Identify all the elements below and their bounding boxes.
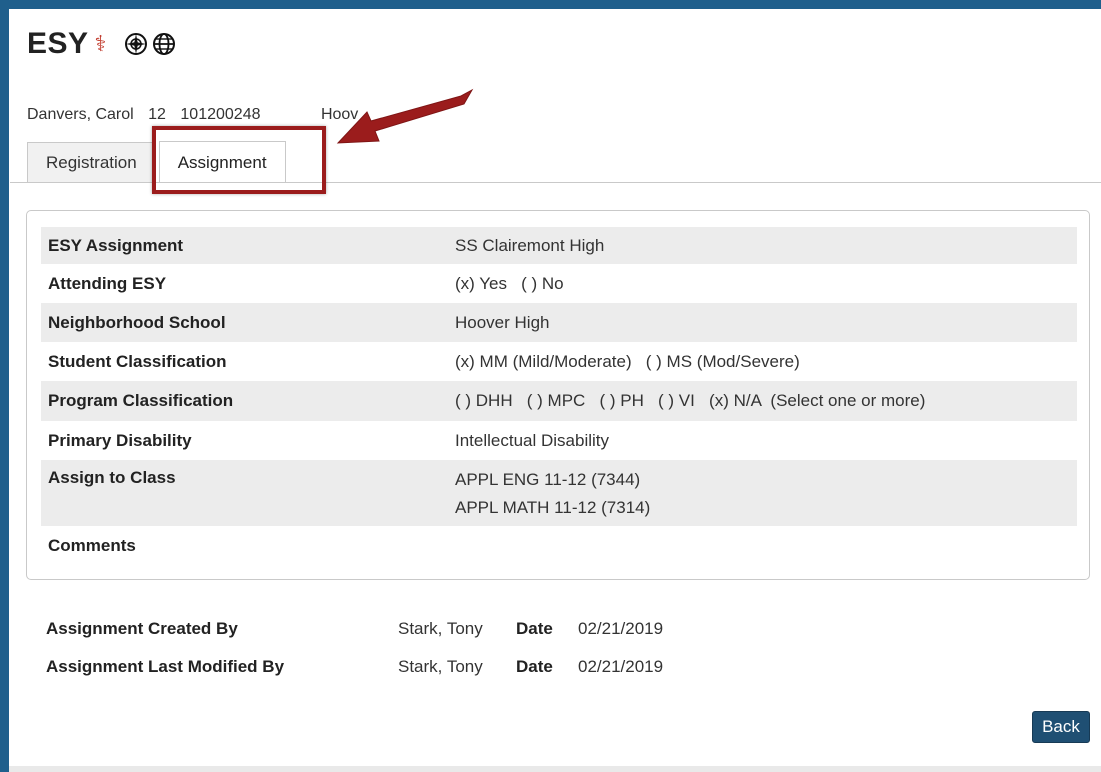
row-esy-assignment: ESY Assignment SS Clairemont High (41, 227, 1077, 264)
row-label: Neighborhood School (48, 312, 226, 332)
row-label: Student Classification (48, 351, 227, 371)
row-value: SS Clairemont High (455, 234, 604, 258)
row-value: (x) MM (Mild/Moderate) ( ) MS (Mod/Sever… (455, 350, 800, 374)
row-value: Hoover High (455, 311, 550, 335)
row-primary-disability: Primary Disability Intellectual Disabili… (41, 421, 1077, 460)
class-item: APPL MATH 11-12 (7314) (455, 498, 651, 517)
row-label: Attending ESY (48, 273, 167, 293)
row-label: ESY Assignment (48, 235, 184, 255)
window-frame-top (0, 0, 1101, 9)
created-by-label: Assignment Created By (46, 619, 238, 638)
student-info: Danvers, Carol 12 101200248 Hoov (27, 106, 368, 124)
page-header: ESY ⚕ (27, 24, 176, 64)
compass-globe-icon[interactable] (124, 32, 148, 56)
row-value: ( ) DHH ( ) MPC ( ) PH ( ) VI (x) N/A (S… (455, 389, 925, 413)
value-line: (x) MM (Mild/Moderate) ( ) MS (Mod/Sever… (455, 351, 800, 371)
row-neighborhood-school: Neighborhood School Hoover High (41, 303, 1077, 342)
tab-registration[interactable]: Registration (27, 142, 156, 182)
value-line: Hoover High (455, 312, 550, 332)
student-school: Hoov (320, 106, 359, 123)
row-label: Assign to Class (48, 468, 176, 487)
student-id: 101200248 (180, 106, 261, 123)
row-assign-to-class: Assign to Class APPL ENG 11-12 (7344) AP… (41, 460, 1077, 526)
window-frame-left (0, 0, 9, 772)
value-line: ( ) DHH ( ) MPC ( ) PH ( ) VI (x) N/A (S… (455, 391, 926, 410)
created-date: 02/21/2019 (578, 619, 664, 638)
row-program-classification: Program Classification ( ) DHH ( ) MPC (… (41, 381, 1077, 421)
created-by-name: Stark, Tony (398, 619, 483, 638)
caduceus-icon: ⚕ (94, 31, 107, 56)
modified-by-label: Assignment Last Modified By (46, 657, 285, 676)
row-label: Program Classification (48, 391, 234, 410)
modified-date: 02/21/2019 (578, 657, 664, 676)
value-line: (x) Yes ( ) No (455, 273, 564, 293)
value-line: SS Clairemont High (455, 235, 605, 255)
row-label: Comments (48, 536, 136, 555)
assignment-panel: ESY Assignment SS Clairemont High Attend… (26, 210, 1090, 580)
annotation-highlight-box (152, 126, 326, 194)
row-value: (x) Yes ( ) No (455, 272, 564, 296)
window-frame-bottom (9, 766, 1101, 772)
class-item: APPL ENG 11-12 (7344) (455, 470, 641, 489)
modified-by-name: Stark, Tony (398, 657, 483, 676)
row-attending-esy: Attending ESY (x) Yes ( ) No (41, 264, 1077, 303)
row-student-classification: Student Classification (x) MM (Mild/Mode… (41, 342, 1077, 381)
row-value: APPL ENG 11-12 (7344) APPL MATH 11-12 (7… (455, 468, 650, 520)
page-title: ESY (27, 27, 89, 60)
student-name: Danvers, Carol (27, 106, 134, 123)
row-comments: Comments (41, 528, 1077, 564)
back-button[interactable]: Back (1032, 711, 1090, 743)
value-line: Intellectual Disability (455, 430, 610, 450)
row-label: Primary Disability (48, 430, 192, 450)
student-grade: 12 (148, 106, 166, 123)
created-date-label: Date (516, 619, 553, 638)
modified-date-label: Date (516, 657, 553, 676)
globe-icon[interactable] (152, 32, 176, 56)
row-value: Intellectual Disability (455, 429, 609, 453)
tab-registration-label: Registration (46, 152, 137, 172)
